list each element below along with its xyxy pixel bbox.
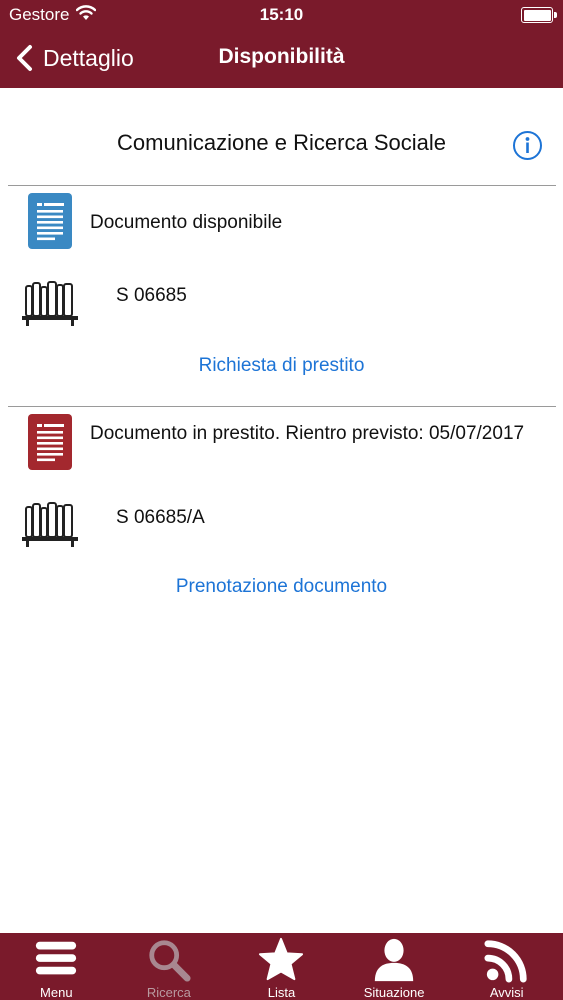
availability-status: Documento in prestito. Rientro previsto:…: [90, 423, 525, 444]
tab-avvisi[interactable]: Avvisi: [450, 933, 563, 1000]
status-bar: Gestore 15:10: [0, 0, 563, 30]
bookshelf-icon: [22, 281, 78, 326]
call-number: S 06685: [116, 285, 187, 306]
navigation-bar: Dettaglio Disponibilità: [0, 30, 563, 88]
tab-label: Menu: [40, 985, 73, 1000]
divider: [8, 406, 556, 407]
star-icon: [259, 937, 304, 981]
tab-label: Situazione: [363, 985, 425, 1000]
tab-menu[interactable]: Menu: [0, 933, 113, 1000]
menu-icon: [36, 941, 77, 975]
tab-bar: Menu Ricerca Lista Situazione Avvisi: [0, 933, 563, 1000]
back-button[interactable]: Dettaglio: [14, 42, 134, 74]
rss-icon: [484, 940, 527, 983]
tab-label: Ricerca: [146, 985, 191, 1000]
reservation-link[interactable]: Prenotazione documento: [0, 576, 563, 598]
top-bar: Gestore 15:10 Dettaglio Disponibilità: [0, 0, 563, 88]
tab-label: Lista: [267, 985, 296, 1000]
tab-ricerca[interactable]: Ricerca: [113, 933, 226, 1000]
info-icon[interactable]: [512, 130, 543, 161]
loan-request-link[interactable]: Richiesta di prestito: [0, 355, 563, 377]
document-available-icon: [28, 193, 72, 249]
divider: [8, 185, 556, 186]
call-number: S 06685/A: [116, 507, 205, 528]
bookshelf-icon: [22, 502, 78, 547]
clock: 15:10: [259, 5, 304, 24]
chevron-left-icon: [17, 45, 32, 71]
search-icon: [149, 940, 191, 982]
user-icon: [374, 938, 414, 982]
collection-title: Comunicazione e Ricerca Sociale: [117, 130, 446, 155]
battery-icon: [521, 7, 557, 23]
back-label: Dettaglio: [43, 44, 134, 71]
document-on-loan-icon: [28, 414, 72, 470]
tab-situazione[interactable]: Situazione: [338, 933, 451, 1000]
tab-lista[interactable]: Lista: [225, 933, 338, 1000]
tab-label: Avvisi: [489, 985, 524, 1000]
availability-status: Documento disponibile: [90, 212, 283, 233]
